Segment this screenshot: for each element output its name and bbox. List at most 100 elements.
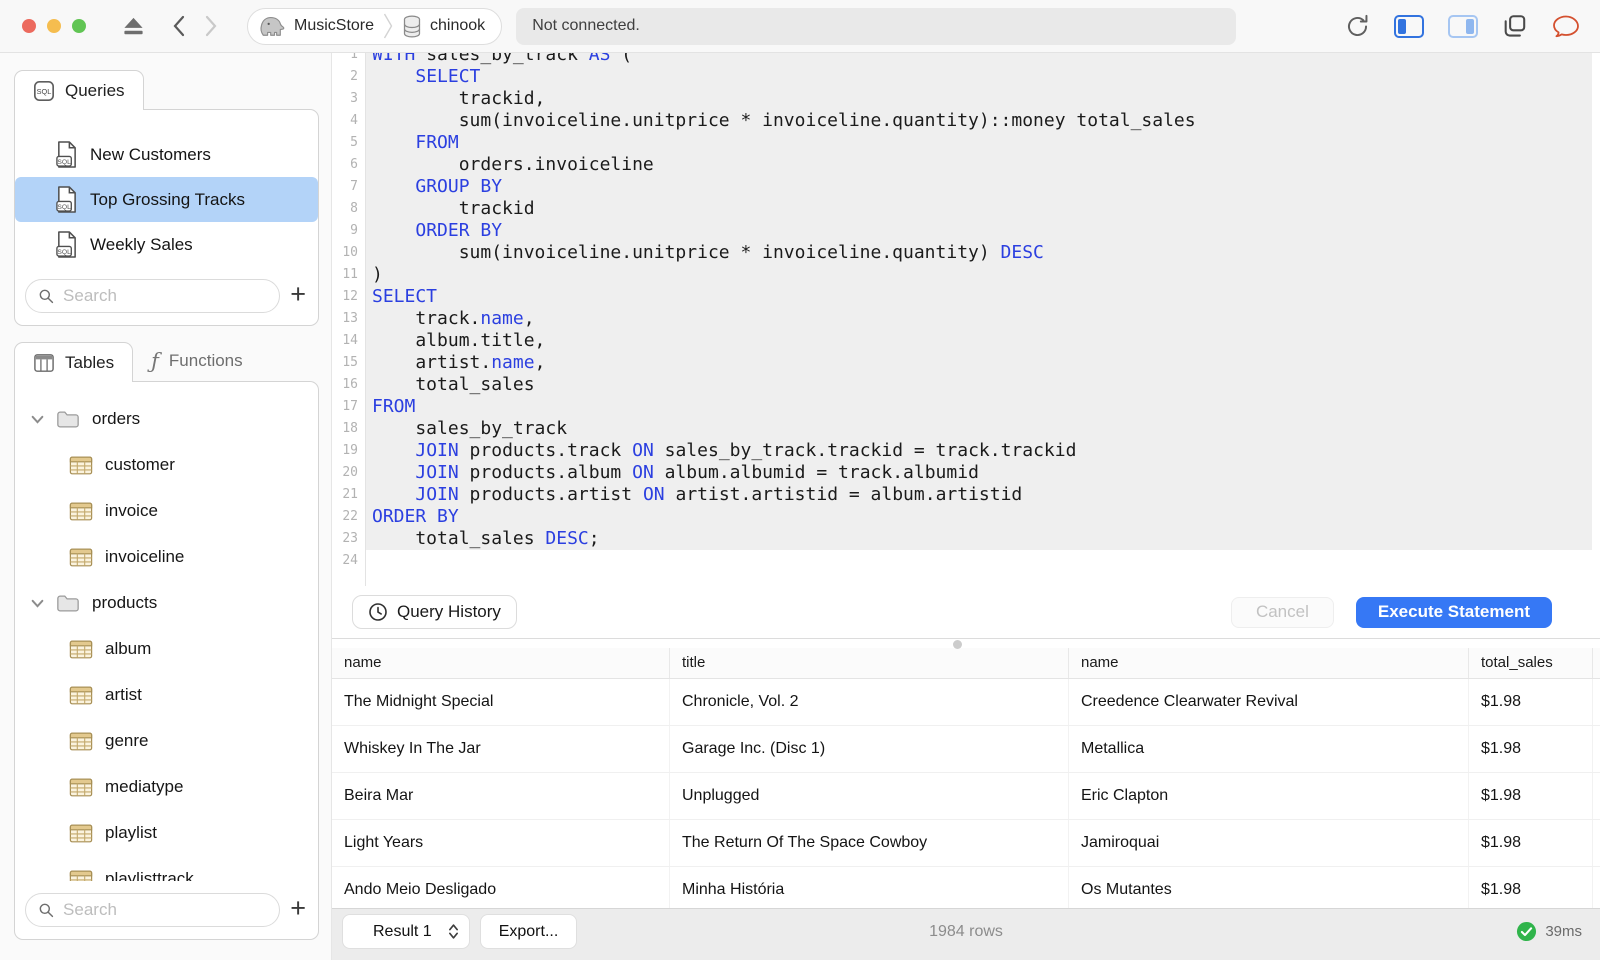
toggle-left-sidebar-button[interactable] bbox=[1394, 14, 1424, 38]
chevron-down-icon[interactable] bbox=[31, 415, 44, 424]
tree-item-playlist[interactable]: playlist bbox=[15, 810, 318, 856]
tab-queries[interactable]: SQL Queries bbox=[14, 70, 144, 110]
tab-tables[interactable]: Tables bbox=[14, 342, 134, 382]
code-line[interactable]: ORDER BY bbox=[366, 506, 1592, 528]
code-line[interactable] bbox=[366, 550, 1592, 572]
tree-item-invoice[interactable]: invoice bbox=[15, 488, 318, 534]
tree-item-products[interactable]: products bbox=[15, 580, 318, 626]
result-selector[interactable]: Result 1 bbox=[342, 914, 470, 949]
splitter-handle-icon[interactable] bbox=[953, 640, 963, 649]
toggle-right-sidebar-button[interactable] bbox=[1448, 14, 1478, 38]
table-row[interactable]: Whiskey In The Jar Garage Inc. (Disc 1) Me… bbox=[332, 726, 1600, 773]
table-row[interactable]: Ando Meio Desligado Minha História Os Muta… bbox=[332, 867, 1600, 908]
export-button[interactable]: Export... bbox=[479, 914, 578, 949]
sql-text: artist.artistid = album.artistid bbox=[664, 484, 1023, 505]
close-window-button[interactable] bbox=[22, 19, 36, 33]
query-history-button[interactable]: Query History bbox=[352, 595, 517, 629]
queries-search[interactable] bbox=[25, 279, 281, 313]
table-icon bbox=[69, 732, 93, 750]
zoom-window-button[interactable] bbox=[72, 19, 86, 33]
column-header-total_sales[interactable]: total_sales bbox=[1469, 648, 1593, 678]
refresh-button[interactable] bbox=[1345, 14, 1370, 39]
column-header-name[interactable]: name bbox=[1069, 648, 1469, 678]
line-number: 7 bbox=[350, 179, 358, 194]
sql-keyword: SELECT bbox=[415, 66, 481, 87]
code-line[interactable]: sum(invoiceline.unitprice * invoiceline.… bbox=[366, 110, 1592, 132]
code-line[interactable]: SELECT bbox=[366, 286, 1592, 308]
tab-functions[interactable]: ƒ Functions bbox=[133, 341, 260, 381]
code-line[interactable]: trackid, bbox=[366, 88, 1592, 110]
code-line[interactable]: GROUP BY bbox=[366, 176, 1592, 198]
table-icon bbox=[69, 456, 93, 474]
tree-item-genre[interactable]: genre bbox=[15, 718, 318, 764]
tree-item-orders[interactable]: orders bbox=[15, 396, 318, 442]
forward-button[interactable] bbox=[203, 13, 219, 39]
table-row[interactable]: Light Years The Return Of The Space Cowbo… bbox=[332, 820, 1600, 867]
code-line[interactable]: FROM bbox=[366, 396, 1592, 418]
add-query-button[interactable]: + bbox=[286, 280, 310, 312]
breadcrumb-server[interactable]: MusicStore bbox=[294, 17, 374, 35]
chevron-down-icon[interactable] bbox=[31, 599, 44, 608]
tree-item-artist[interactable]: artist bbox=[15, 672, 318, 718]
tables-search-input[interactable] bbox=[63, 900, 268, 920]
tree-item-playlisttrack[interactable]: playlisttrack bbox=[15, 856, 318, 881]
query-item[interactable]: SQL Weekly Sales bbox=[15, 222, 318, 267]
code-line[interactable]: track.name, bbox=[366, 308, 1592, 330]
line-number: 21 bbox=[342, 487, 358, 502]
execute-statement-button[interactable]: Execute Statement bbox=[1355, 596, 1552, 628]
minimize-window-button[interactable] bbox=[47, 19, 61, 33]
column-header-name[interactable]: name bbox=[332, 648, 670, 678]
code-line[interactable]: total_sales bbox=[366, 374, 1592, 396]
breadcrumb-database[interactable]: chinook bbox=[430, 17, 485, 35]
breadcrumb[interactable]: MusicStore chinook bbox=[247, 7, 503, 45]
table-row[interactable]: The Midnight Special Chronicle, Vol. 2 Cre… bbox=[332, 679, 1600, 726]
code-line[interactable]: JOIN products.album ON album.albumid = t… bbox=[366, 462, 1592, 484]
table-row[interactable]: Beira Mar Unplugged Eric Clapton $1.98 bbox=[332, 773, 1600, 820]
sql-keyword: ON bbox=[632, 440, 654, 461]
windows-button[interactable] bbox=[1502, 13, 1528, 39]
code-line[interactable]: JOIN products.artist ON artist.artistid … bbox=[366, 484, 1592, 506]
code-line[interactable]: ) bbox=[366, 264, 1592, 286]
code-line[interactable]: FROM bbox=[366, 132, 1592, 154]
query-item[interactable]: SQL Top Grossing Tracks bbox=[15, 177, 318, 222]
cancel-button[interactable]: Cancel bbox=[1230, 596, 1334, 628]
code-line[interactable]: artist.name, bbox=[366, 352, 1592, 374]
tables-search[interactable] bbox=[25, 893, 281, 927]
code-line[interactable]: sum(invoiceline.unitprice * invoiceline.… bbox=[366, 242, 1592, 264]
code-line[interactable]: orders.invoiceline bbox=[366, 154, 1592, 176]
tree-item-customer[interactable]: customer bbox=[15, 442, 318, 488]
query-item[interactable]: SQL New Customers bbox=[15, 132, 318, 177]
code-line[interactable]: sales_by_track bbox=[366, 418, 1592, 440]
tree-item-album[interactable]: album bbox=[15, 626, 318, 672]
code-line[interactable]: SELECT bbox=[366, 66, 1592, 88]
sql-text: ( bbox=[610, 53, 633, 65]
sql-editor[interactable]: 1 2 3 4 5 6 7 8 9 10 11 12 13 14 15 16 17 18 19 20 21 22 23 24 … bbox=[332, 53, 1600, 586]
eject-disconnect-button[interactable] bbox=[122, 16, 145, 36]
table-cell-filler bbox=[1593, 773, 1600, 819]
splitter[interactable] bbox=[332, 638, 1600, 649]
sql-keyword: DESC bbox=[545, 528, 589, 549]
tree-item-mediatype[interactable]: mediatype bbox=[15, 764, 318, 810]
queries-search-input[interactable] bbox=[63, 286, 268, 306]
back-button[interactable] bbox=[171, 13, 187, 39]
code-line[interactable]: album.title, bbox=[366, 330, 1592, 352]
sql-keyword: SELECT bbox=[372, 286, 438, 307]
code-line[interactable]: JOIN products.track ON sales_by_track.tr… bbox=[366, 440, 1592, 462]
line-number: 15 bbox=[342, 355, 358, 370]
column-header-title[interactable]: title bbox=[670, 648, 1069, 678]
line-number: 4 bbox=[350, 113, 358, 128]
feedback-button[interactable] bbox=[1552, 14, 1580, 39]
tab-queries-label: Queries bbox=[65, 80, 125, 100]
table-cell: Garage Inc. (Disc 1) bbox=[670, 726, 1069, 772]
code-line[interactable]: ORDER BY bbox=[366, 220, 1592, 242]
code-line[interactable]: total_sales DESC; bbox=[366, 528, 1592, 550]
tree-item-invoiceline[interactable]: invoiceline bbox=[15, 534, 318, 580]
code-area[interactable]: WITH sales_by_track AS ( SELECT trackid,… bbox=[366, 53, 1600, 586]
code-line[interactable]: trackid bbox=[366, 198, 1592, 220]
add-table-button[interactable]: + bbox=[286, 894, 310, 926]
code-line[interactable]: WITH sales_by_track AS ( bbox=[366, 53, 1592, 66]
sql-text: trackid, bbox=[372, 88, 546, 109]
